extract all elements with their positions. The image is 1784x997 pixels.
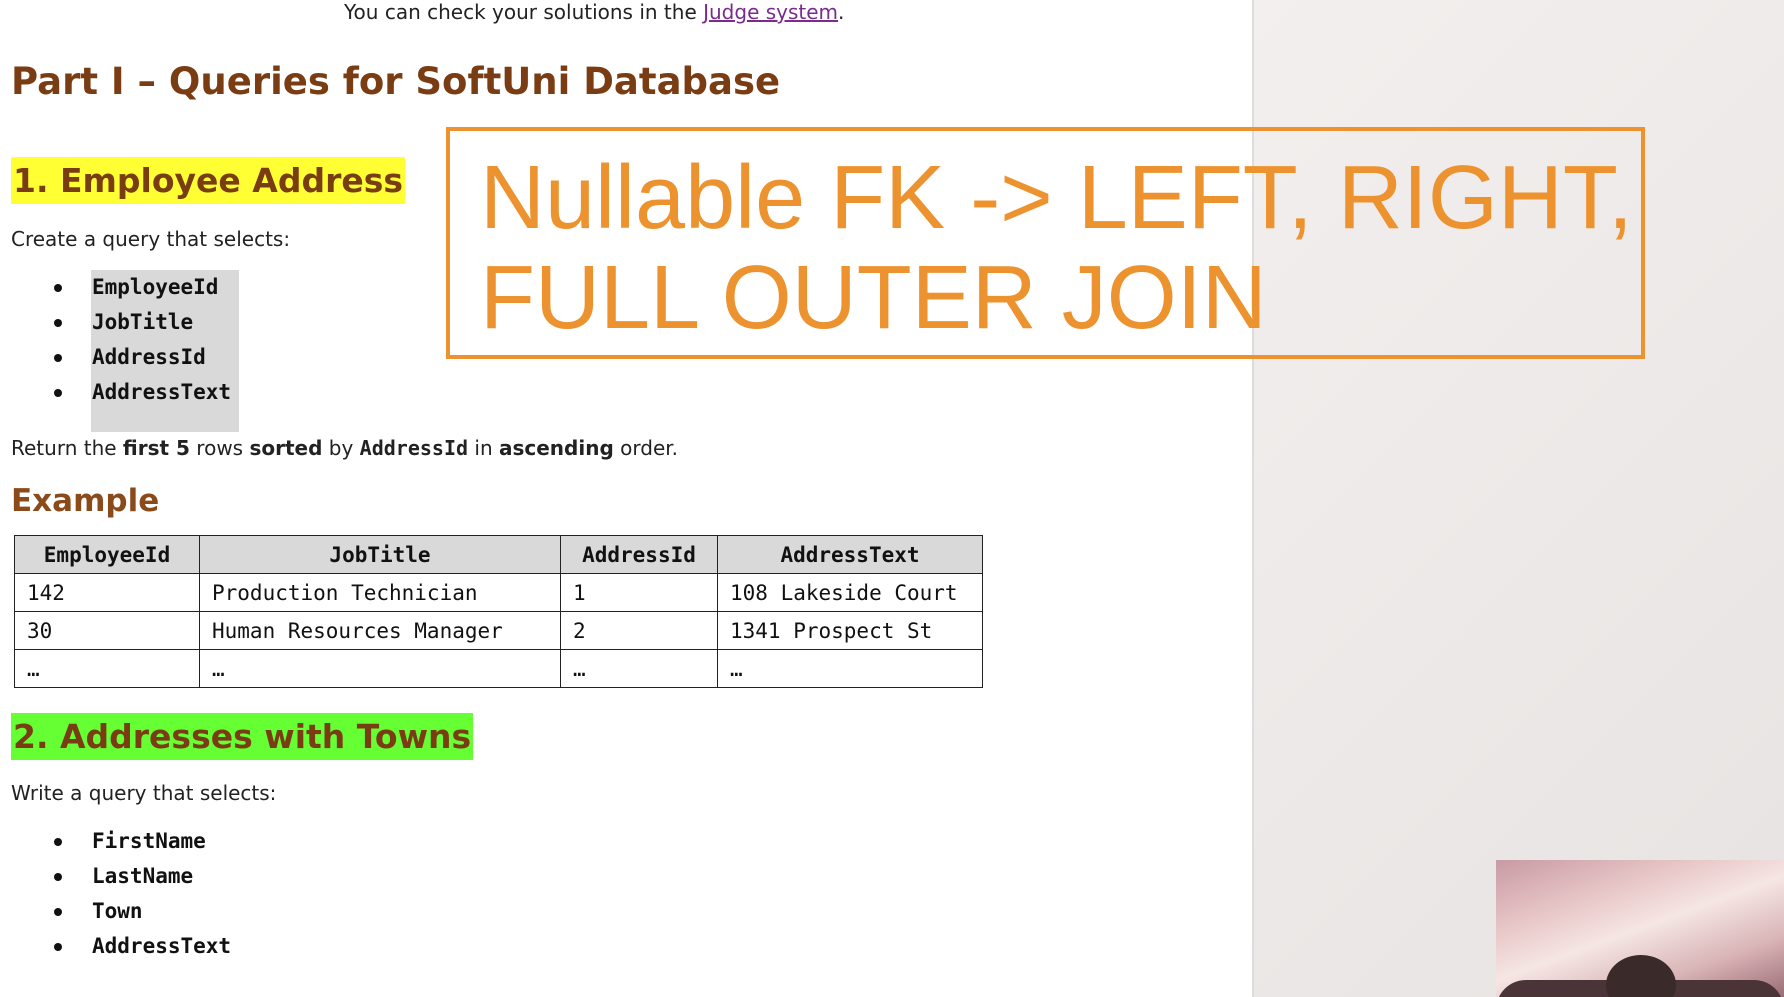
list-item: AddressId [50, 340, 231, 375]
bullet-icon [54, 838, 62, 846]
field-name: FirstName [92, 829, 206, 853]
table-row: 30 Human Resources Manager 2 1341 Prospe… [14, 611, 983, 650]
webcam-feed [1496, 860, 1784, 997]
bullet-icon [54, 284, 62, 292]
section2-field-list: FirstName LastName Town AddressText [50, 824, 231, 964]
bullet-icon [54, 873, 62, 881]
table-header-row: EmployeeId JobTitle AddressId AddressTex… [14, 535, 983, 574]
table-cell: 108 Lakeside Court [717, 573, 983, 612]
bullet-icon [54, 319, 62, 327]
column-header: JobTitle [199, 535, 561, 574]
table-cell: Production Technician [199, 573, 561, 612]
table-cell: 1 [560, 573, 718, 612]
example-table: EmployeeId JobTitle AddressId AddressTex… [14, 535, 983, 688]
list-item: JobTitle [50, 305, 231, 340]
intro-suffix: . [838, 0, 845, 24]
example-heading: Example [11, 483, 160, 519]
list-item: Town [50, 894, 231, 929]
presenter-head [1606, 955, 1676, 997]
field-name: AddressText [92, 380, 232, 404]
table-cell: … [14, 649, 200, 688]
section1-heading: 1. Employee Address [11, 157, 406, 204]
field-name: AddressId [92, 345, 206, 369]
bold-text: first 5 [122, 436, 190, 460]
text: by [322, 436, 360, 460]
list-item: LastName [50, 859, 231, 894]
table-cell: 1341 Prospect St [717, 611, 983, 650]
list-item: AddressText [50, 375, 231, 410]
field-name: JobTitle [92, 310, 194, 334]
list-item: EmployeeId [50, 270, 231, 305]
bullet-icon [54, 389, 62, 397]
list-item: AddressText [50, 929, 231, 964]
field-name: Town [92, 899, 143, 923]
judge-intro: You can check your solutions in the Judg… [344, 0, 844, 24]
field-name: LastName [92, 864, 194, 888]
table-row: … … … … [14, 649, 983, 688]
column-header: AddressText [717, 535, 983, 574]
intro-prefix: You can check your solutions in the [344, 0, 704, 24]
table-cell: Human Resources Manager [199, 611, 561, 650]
bold-text: ascending [498, 436, 614, 460]
bullet-icon [54, 943, 62, 951]
table-cell: … [560, 649, 718, 688]
table-cell: 142 [14, 573, 200, 612]
table-cell: 30 [14, 611, 200, 650]
table-cell: 2 [560, 611, 718, 650]
bold-text: sorted [249, 436, 323, 460]
field-name: EmployeeId [92, 275, 219, 299]
judge-system-link[interactable]: Judge system [703, 0, 838, 24]
section2-lead: Write a query that selects: [11, 781, 277, 805]
list-item: FirstName [50, 824, 231, 859]
bullet-icon [54, 354, 62, 362]
field-name: AddressText [92, 934, 232, 958]
table-cell: … [199, 649, 561, 688]
code-text: AddressId [359, 436, 469, 460]
text: Return the [11, 436, 123, 460]
text: rows [189, 436, 250, 460]
text: order. [613, 436, 678, 460]
section1-field-list: EmployeeId JobTitle AddressId AddressTex… [50, 270, 231, 410]
annotation-text: Nullable FK -> LEFT, RIGHT, FULL OUTER J… [480, 148, 1633, 348]
section1-lead: Create a query that selects: [11, 227, 291, 251]
bullet-icon [54, 908, 62, 916]
table-row: 142 Production Technician 1 108 Lakeside… [14, 573, 983, 612]
section2-heading: 2. Addresses with Towns [11, 713, 474, 760]
part-title: Part I – Queries for SoftUni Database [11, 60, 781, 103]
section1-return-instructions: Return the first 5 rows sorted by Addres… [11, 436, 678, 460]
text: in [468, 436, 499, 460]
column-header: AddressId [560, 535, 718, 574]
column-header: EmployeeId [14, 535, 200, 574]
table-cell: … [717, 649, 983, 688]
